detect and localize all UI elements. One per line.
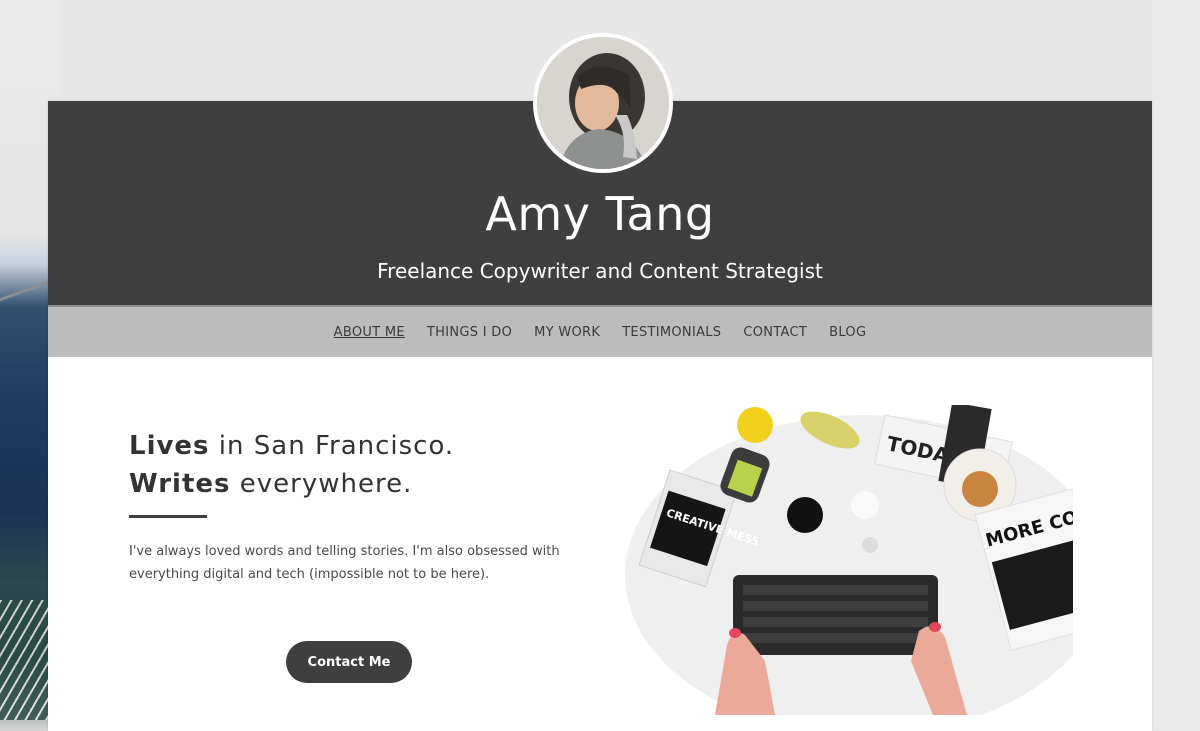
hero-desk-image: TODAY CREATIVE MESS <box>615 405 1073 715</box>
nav-item-blog[interactable]: BLOG <box>829 325 866 340</box>
background-scenery-right <box>1152 0 1200 731</box>
avatar <box>533 33 673 173</box>
bio-text: I've always loved words and telling stor… <box>129 544 560 582</box>
nav-item-contact[interactable]: CONTACT <box>743 325 807 340</box>
headline-line1-rest: in San Francisco. <box>209 431 455 461</box>
main-nav: ABOUT ME THINGS I DO MY WORK TESTIMONIAL… <box>48 305 1152 357</box>
site-subtitle: Freelance Copywriter and Content Strateg… <box>377 259 823 283</box>
nav-item-things-i-do[interactable]: THINGS I DO <box>427 325 512 340</box>
headline-divider <box>129 515 207 518</box>
website-frame: Amy Tang Freelance Copywriter and Conten… <box>48 33 1152 731</box>
headline-writes: Writes <box>129 469 231 499</box>
nav-item-about-me[interactable]: ABOUT ME <box>334 325 405 340</box>
intro-headline: Lives in San Francisco. Writes everywher… <box>129 427 549 503</box>
contact-me-button[interactable]: Contact Me <box>286 641 412 683</box>
nav-item-testimonials[interactable]: TESTIMONIALS <box>622 325 721 340</box>
headline-line2-rest: everywhere. <box>230 469 413 499</box>
nav-item-my-work[interactable]: MY WORK <box>534 325 600 340</box>
headline-lives: Lives <box>129 431 210 461</box>
site-title: Amy Tang <box>485 187 715 241</box>
